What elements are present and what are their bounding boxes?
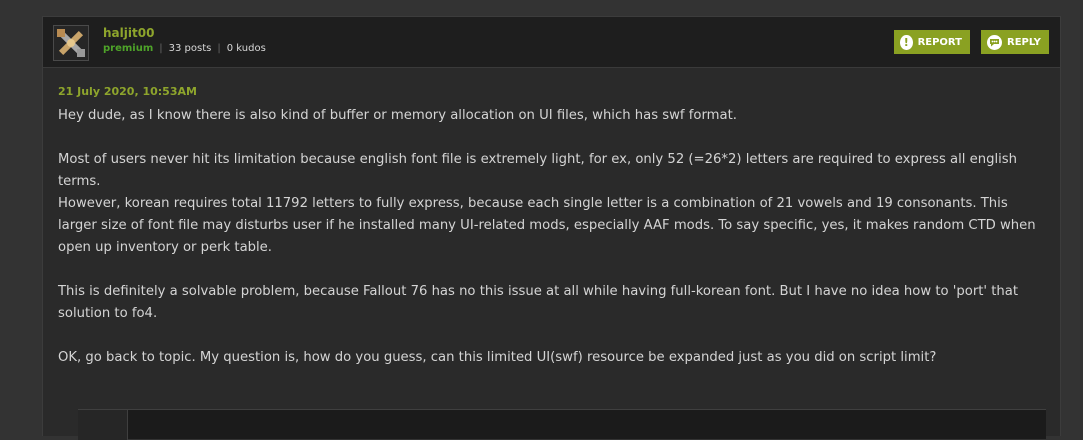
reply-button[interactable]: REPLY xyxy=(981,30,1049,54)
quote-editor-bar xyxy=(78,409,1046,440)
post-paragraph: However, korean requires total 11792 let… xyxy=(58,196,1036,255)
forum-post: haljit00 premium | 33 posts | 0 kudos ! REPO… xyxy=(42,16,1061,440)
meta-divider: | xyxy=(159,43,163,54)
exclamation-circle-icon: ! xyxy=(900,34,913,50)
editor-tab[interactable] xyxy=(78,410,128,440)
author-meta: premium | 33 posts | 0 kudos xyxy=(103,43,266,54)
post-date: 21 July 2020, 10:53AM xyxy=(58,85,197,98)
post-header: haljit00 premium | 33 posts | 0 kudos ! REPO… xyxy=(43,17,1060,68)
avatar-image xyxy=(54,26,88,60)
author-post-count[interactable]: 33 posts xyxy=(169,43,212,54)
report-button[interactable]: ! REPORT xyxy=(894,30,970,54)
post-paragraph: OK, go back to topic. My question is, ho… xyxy=(58,350,937,365)
author-rank: premium xyxy=(103,43,154,54)
post-paragraph: Hey dude, as I know there is also kind o… xyxy=(58,108,737,123)
speech-bubble-icon xyxy=(987,34,1002,50)
post-body: Hey dude, as I know there is also kind o… xyxy=(58,105,1048,391)
reply-label: REPLY xyxy=(1007,36,1041,48)
author-kudos-count: 0 kudos xyxy=(226,43,266,54)
author-username[interactable]: haljit00 xyxy=(103,26,154,40)
post-paragraph: This is definitely a solvable problem, b… xyxy=(58,284,1019,321)
avatar[interactable] xyxy=(53,25,89,61)
meta-divider: | xyxy=(217,43,221,54)
post-paragraph: Most of users never hit its limitation b… xyxy=(58,152,1018,189)
report-label: REPORT xyxy=(917,36,962,48)
